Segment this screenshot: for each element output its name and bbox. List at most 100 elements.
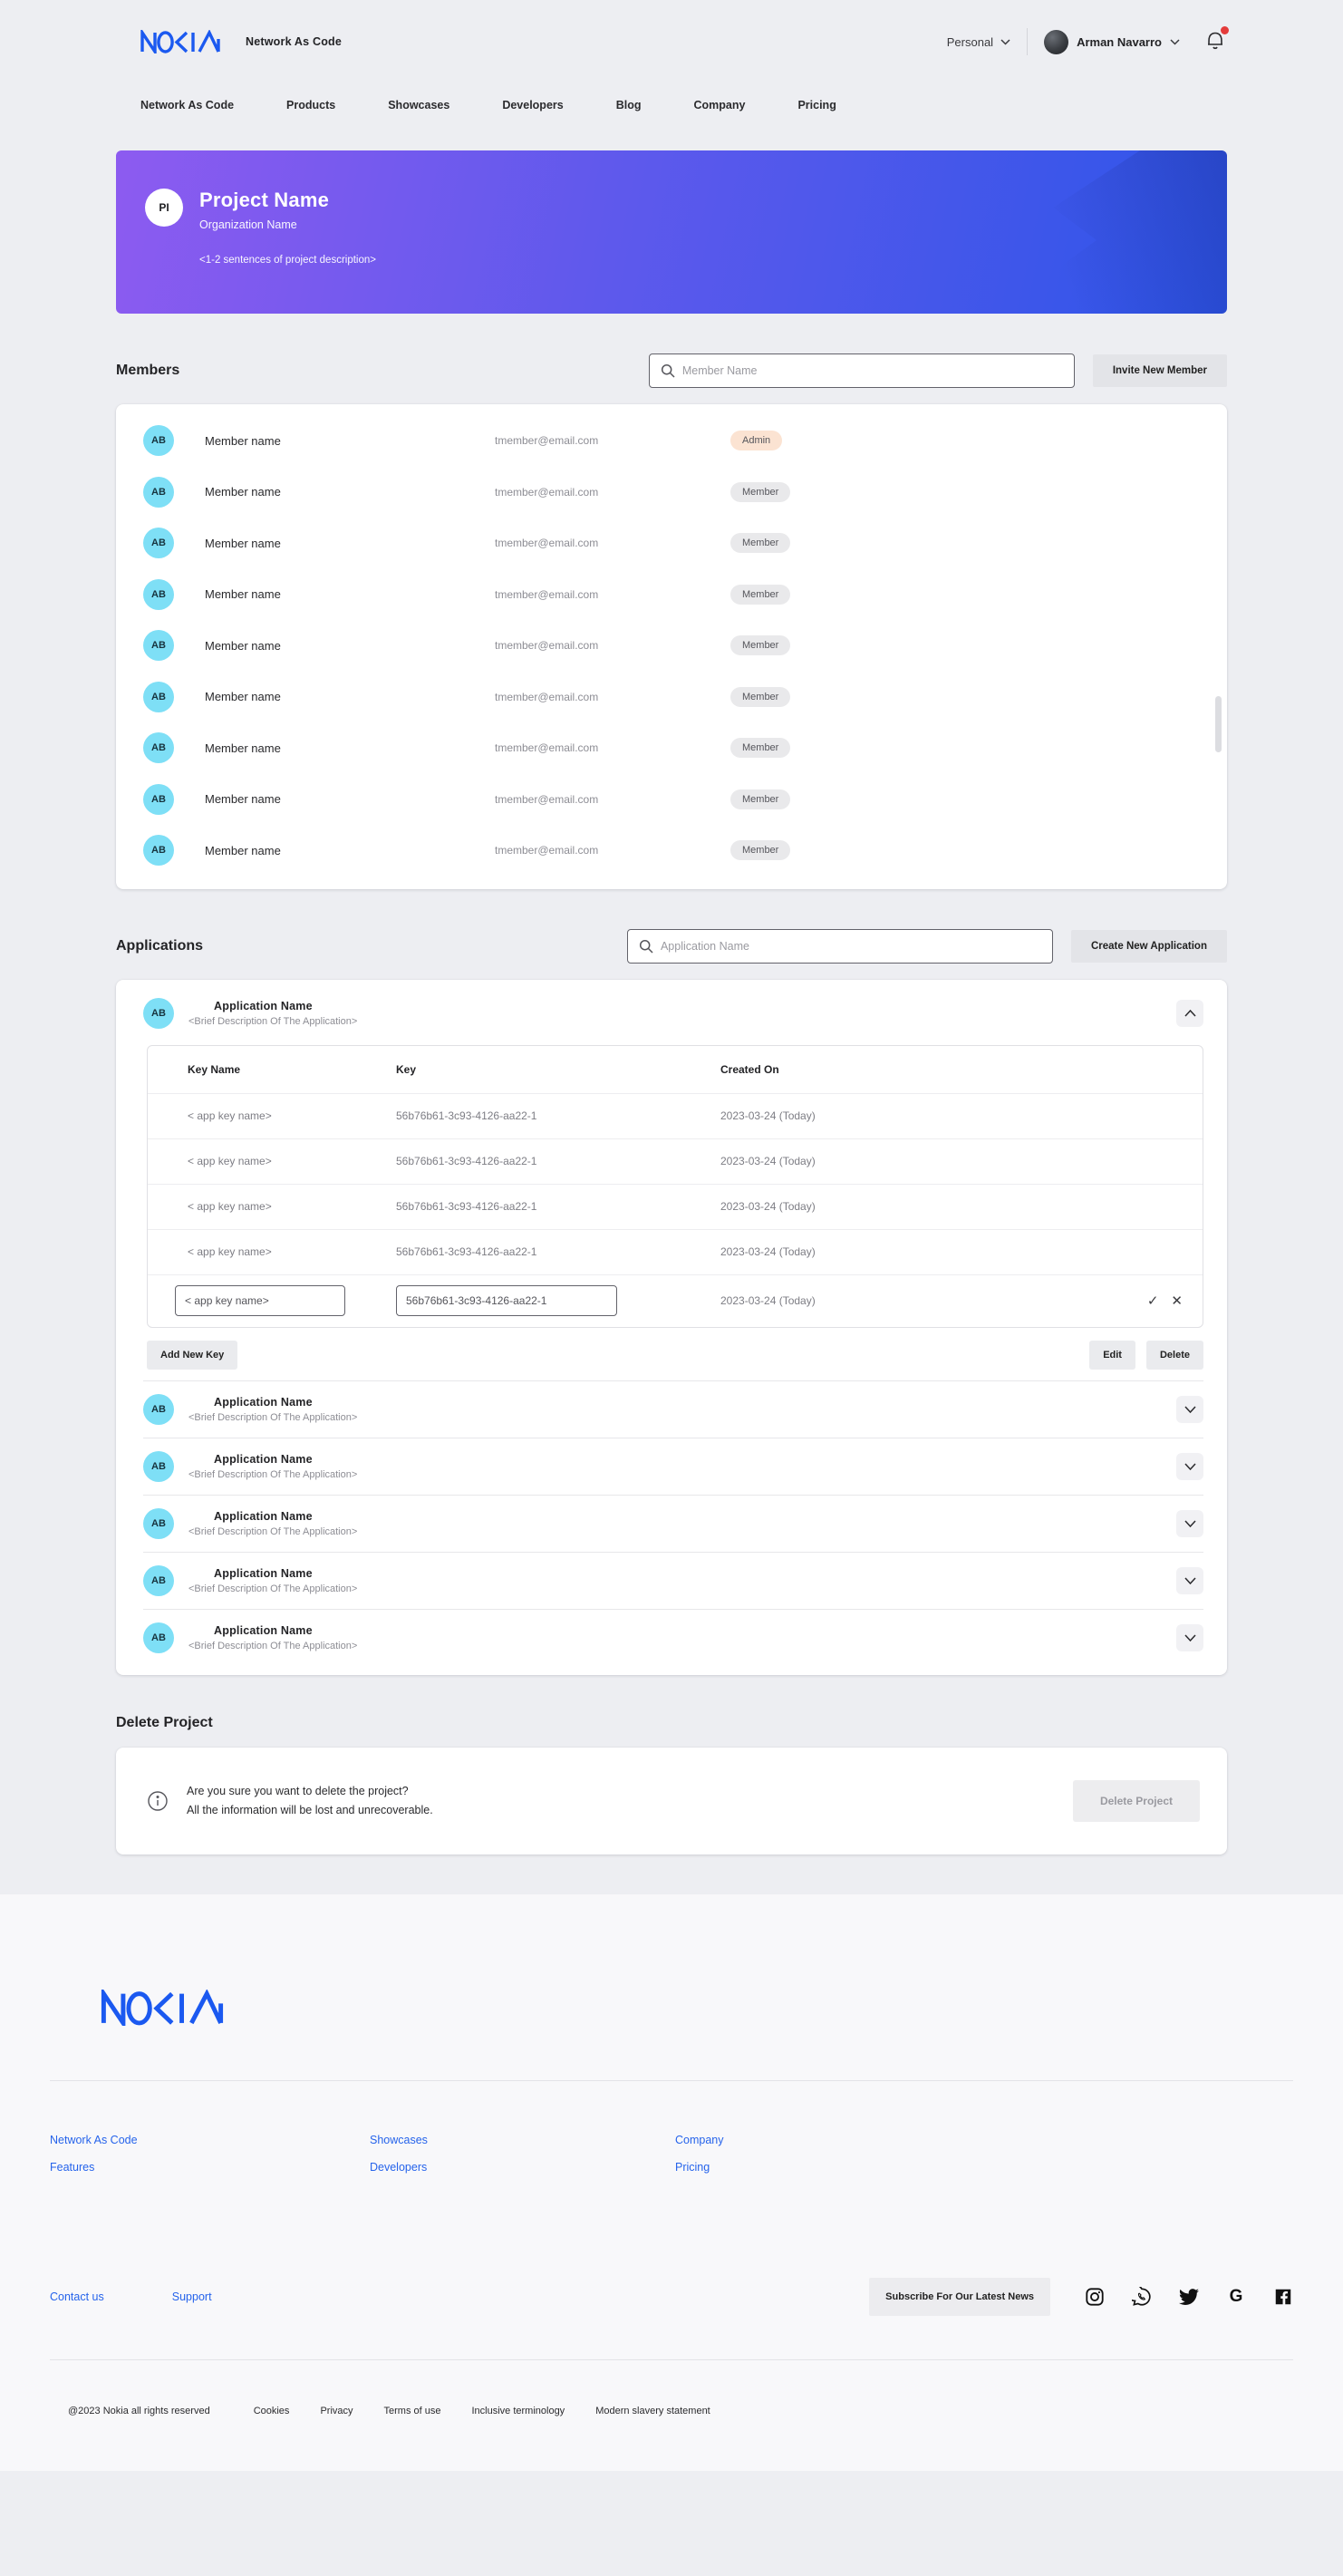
chevron-down-icon [1170,38,1180,45]
footer-column-1: Network As Code Features [50,2134,370,2174]
footer: Network As Code Features Showcases Develope… [0,1893,1343,2471]
nav-item-network-as-code[interactable]: Network As Code [140,99,234,111]
nav-item-developers[interactable]: Developers [502,99,563,111]
application-avatar: AB [143,1450,174,1482]
contact-links: Contact us Support [50,2290,212,2303]
application-avatar: AB [143,997,174,1029]
members-section-header: Members Invite New Member [116,353,1227,388]
nav-item-blog[interactable]: Blog [616,99,642,111]
application-row-collapsed[interactable]: AB Application Name <Brief Description Of … [143,1437,1203,1495]
application-row-collapsed[interactable]: AB Application Name <Brief Description Of … [143,1494,1203,1552]
key-name-input[interactable] [175,1285,345,1316]
key-value: 56b76b61-3c93-4126-aa22-1 [396,1109,537,1122]
member-email: tmember@email.com [495,792,599,806]
legal-link-inclusive-terminology[interactable]: Inclusive terminology [471,2406,565,2416]
application-row-collapsed[interactable]: AB Application Name <Brief Description Of … [143,1380,1203,1438]
member-row[interactable]: AB Member name tmember@email.com Member [143,467,1203,518]
nokia-footer-logo [101,1985,224,2030]
subscribe-button[interactable]: Subscribe For Our Latest News [869,2277,1050,2316]
member-row[interactable]: AB Member name tmember@email.com Member [143,825,1203,876]
expand-application-button[interactable] [1176,1623,1203,1651]
application-row-collapsed[interactable]: AB Application Name <Brief Description Of … [143,1608,1203,1666]
application-search-input[interactable] [660,939,1041,953]
legal-link-cookies[interactable]: Cookies [254,2406,290,2416]
member-avatar: AB [143,630,174,662]
nav-item-showcases[interactable]: Showcases [388,99,449,111]
member-name: Member name [205,690,281,704]
google-icon[interactable]: G [1226,2287,1246,2307]
footer-link-contact-us[interactable]: Contact us [50,2290,104,2303]
legal-link-terms-of-use[interactable]: Terms of use [384,2406,441,2416]
key-value-input[interactable] [396,1285,617,1316]
delete-project-button[interactable]: Delete Project [1072,1779,1200,1822]
member-email: tmember@email.com [495,537,599,550]
confirm-key-button[interactable]: ✓ [1147,1294,1159,1308]
collapse-application-button[interactable] [1176,999,1203,1027]
member-name: Member name [205,433,281,448]
member-email: tmember@email.com [495,639,599,653]
search-icon [661,363,675,378]
member-row[interactable]: AB Member name tmember@email.com Member [143,672,1203,723]
invite-new-member-button[interactable]: Invite New Member [1092,354,1227,387]
keys-table-header: Key Name Key Created On [148,1046,1203,1093]
member-name: Member name [205,485,281,499]
whatsapp-icon[interactable] [1132,2286,1152,2307]
footer-contact-row: Contact us Support Subscribe For Our Late… [50,2277,1293,2316]
keys-actions-bar: Add New Key Edit Delete [147,1340,1203,1370]
instagram-icon[interactable] [1085,2287,1105,2307]
member-row[interactable]: AB Member name tmember@email.com Member [143,774,1203,826]
key-name: < app key name> [188,1245,272,1258]
member-row[interactable]: AB Member name tmember@email.com Member [143,620,1203,672]
add-new-key-button[interactable]: Add New Key [147,1340,238,1370]
member-row[interactable]: AB Member name tmember@email.com Admin [143,415,1203,467]
app-title: Network As Code [246,35,343,48]
member-name: Member name [205,638,281,653]
expand-application-button[interactable] [1176,1509,1203,1537]
copyright: @2023 Nokia all rights reserved [68,2405,210,2416]
delete-application-button[interactable]: Delete [1145,1340,1203,1370]
member-row[interactable]: AB Member name tmember@email.com Member [143,569,1203,621]
footer-link-features[interactable]: Features [50,2161,370,2174]
member-row[interactable]: AB Member name tmember@email.com Member [143,722,1203,774]
notifications-button[interactable] [1205,25,1229,55]
application-row-collapsed[interactable]: AB Application Name <Brief Description Of … [143,1551,1203,1609]
application-description: <Brief Description Of The Application> [188,1640,358,1651]
expand-application-button[interactable] [1176,1395,1203,1423]
col-key-name: Key Name [188,1062,241,1076]
footer-link-support[interactable]: Support [172,2290,212,2303]
facebook-icon[interactable] [1273,2287,1293,2307]
application-name: Application Name [214,1566,313,1580]
nav-item-company[interactable]: Company [694,99,746,111]
footer-link-showcases[interactable]: Showcases [370,2134,675,2146]
edit-application-button[interactable]: Edit [1089,1340,1135,1370]
cancel-key-button[interactable]: ✕ [1171,1294,1183,1308]
user-menu[interactable]: Arman Navarro [1044,29,1180,54]
expand-application-button[interactable] [1176,1566,1203,1594]
delete-project-card: Are you sure you want to delete the proj… [116,1747,1227,1855]
nav-item-pricing[interactable]: Pricing [797,99,836,111]
create-new-application-button[interactable]: Create New Application [1070,929,1227,963]
legal-link-privacy[interactable]: Privacy [320,2406,353,2416]
footer-link-developers[interactable]: Developers [370,2161,675,2174]
applications-heading: Applications [116,937,204,954]
application-description: <Brief Description Of The Application> [188,1015,358,1027]
nav-item-products[interactable]: Products [286,99,335,111]
member-avatar: AB [143,528,174,559]
member-row[interactable]: AB Member name tmember@email.com Member [143,518,1203,569]
twitter-icon[interactable] [1179,2287,1199,2307]
legal-links: Cookies Privacy Terms of use Inclusive term… [254,2406,741,2416]
member-search-input[interactable] [681,364,1063,377]
expand-application-button[interactable] [1176,1452,1203,1480]
delete-section-header: Delete Project [116,1715,1227,1731]
members-scrollbar[interactable] [1215,696,1222,752]
member-avatar: AB [143,681,174,712]
legal-link-modern-slavery-statement[interactable]: Modern slavery statement [595,2406,710,2416]
workspace-selector[interactable]: Personal [947,35,1010,49]
chevron-down-icon [1184,1462,1196,1470]
footer-link-network-as-code[interactable]: Network As Code [50,2134,370,2146]
application-row-expanded[interactable]: AB Application Name <Brief Description O… [143,985,1203,1041]
application-name: Application Name [214,1395,313,1409]
footer-link-pricing[interactable]: Pricing [675,2161,724,2174]
footer-link-company[interactable]: Company [675,2134,724,2146]
footer-legal-row: @2023 Nokia all rights reserved Cookies P… [68,2406,1293,2416]
